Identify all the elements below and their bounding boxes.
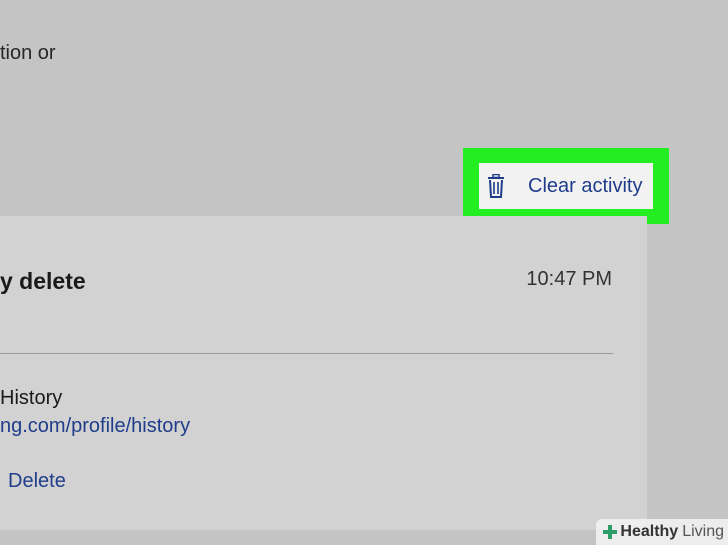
clear-activity-label: Clear activity — [528, 174, 643, 197]
watermark-healthy: Healthy — [620, 523, 679, 540]
trash-icon — [488, 174, 504, 198]
watermark-living: Living — [682, 523, 724, 540]
cross-logo-icon — [603, 525, 618, 539]
entry-title: History — [0, 387, 63, 409]
activity-card: y delete 10:47 PM History ng.com/profile… — [0, 216, 647, 530]
entry-url-link[interactable]: ng.com/profile/history — [0, 415, 190, 438]
card-title: y delete — [0, 268, 86, 294]
watermark: Healthy Living — [596, 519, 728, 545]
activity-time: 10:47 PM — [526, 268, 612, 290]
clear-activity-button[interactable]: Clear activity — [479, 163, 653, 209]
delete-link[interactable]: Delete — [8, 470, 66, 493]
intro-text: tion or — [0, 42, 56, 64]
card-divider — [0, 353, 613, 354]
